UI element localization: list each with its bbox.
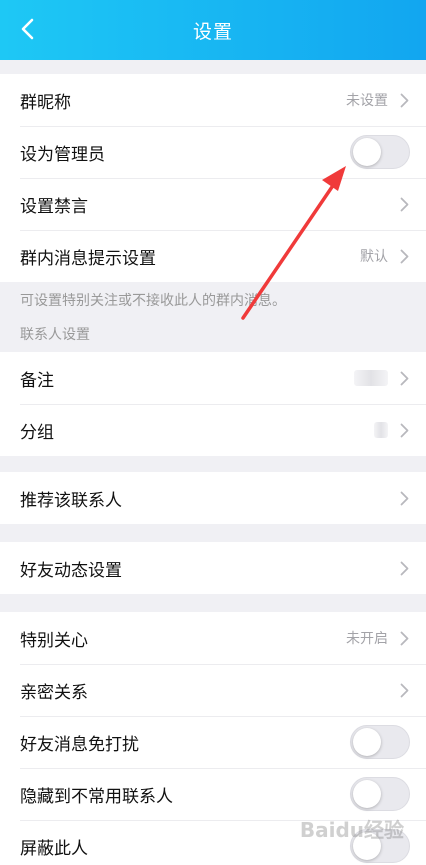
toggle-knob — [353, 728, 381, 756]
row-label: 群内消息提示设置 — [20, 248, 156, 269]
row-value: 默认 — [360, 249, 388, 265]
chevron-right-icon — [398, 559, 410, 577]
row-label: 群昵称 — [20, 92, 71, 113]
row-mute-settings[interactable]: 设置禁言 — [0, 178, 426, 230]
row-label: 设为管理员 — [20, 144, 105, 165]
row-label: 设置禁言 — [20, 196, 88, 217]
row-label: 亲密关系 — [20, 682, 88, 703]
chevron-right-icon — [398, 247, 410, 265]
row-friend-dnd: 好友消息免打扰 — [0, 716, 426, 768]
spacer — [0, 60, 426, 74]
page-title: 设置 — [192, 20, 233, 43]
row-remark[interactable]: 备注 — [0, 352, 426, 404]
chevron-right-icon — [398, 629, 410, 647]
chevron-right-icon — [398, 489, 410, 507]
watermark: Baidu经验 — [299, 818, 404, 842]
chevron-right-icon — [398, 369, 410, 387]
row-group-nickname[interactable]: 群昵称 未设置 — [0, 74, 426, 126]
header-bar: 设置 — [0, 0, 426, 60]
row-label: 推荐该联系人 — [20, 490, 122, 511]
row-label: 好友动态设置 — [20, 560, 122, 581]
row-friend-feed-settings[interactable]: 好友动态设置 — [0, 542, 426, 594]
chevron-right-icon — [398, 681, 410, 699]
group-recommend: 推荐该联系人 — [0, 472, 426, 524]
row-label: 好友消息免打扰 — [20, 734, 139, 755]
hide-contact-toggle[interactable] — [350, 777, 410, 811]
row-hide-contact: 隐藏到不常用联系人 — [0, 768, 426, 820]
chevron-right-icon — [398, 195, 410, 213]
group-contacts: 备注 分组 — [0, 352, 426, 456]
toggle-knob — [353, 138, 381, 166]
toggle-knob — [353, 780, 381, 808]
friend-dnd-toggle[interactable] — [350, 725, 410, 759]
row-label: 隐藏到不常用联系人 — [20, 786, 173, 807]
row-label: 特别关心 — [20, 630, 88, 651]
group-friend-feed: 好友动态设置 — [0, 542, 426, 594]
row-label: 备注 — [20, 370, 54, 391]
group-note: 可设置特别关注或不接收此人的群内消息。 — [0, 282, 426, 318]
chevron-right-icon — [398, 91, 410, 109]
chevron-right-icon — [398, 421, 410, 439]
row-value: 未开启 — [346, 631, 388, 647]
group-settings: 群昵称 未设置 设为管理员 设置禁言 群内消息提示设置 默认 — [0, 74, 426, 282]
spacer — [0, 524, 426, 542]
row-recommend-contact[interactable]: 推荐该联系人 — [0, 472, 426, 524]
row-intimate-relation[interactable]: 亲密关系 — [0, 664, 426, 716]
row-label: 分组 — [20, 422, 54, 443]
blurred-value — [374, 422, 388, 438]
row-group-message-notify[interactable]: 群内消息提示设置 默认 — [0, 230, 426, 282]
row-special-care[interactable]: 特别关心 未开启 — [0, 612, 426, 664]
row-set-admin: 设为管理员 — [0, 126, 426, 178]
spacer — [0, 594, 426, 612]
row-value: 未设置 — [346, 93, 388, 109]
blurred-value — [354, 370, 388, 386]
spacer — [0, 456, 426, 472]
set-admin-toggle[interactable] — [350, 135, 410, 169]
section-title-contacts: 联系人设置 — [0, 318, 426, 352]
row-group[interactable]: 分组 — [0, 404, 426, 456]
